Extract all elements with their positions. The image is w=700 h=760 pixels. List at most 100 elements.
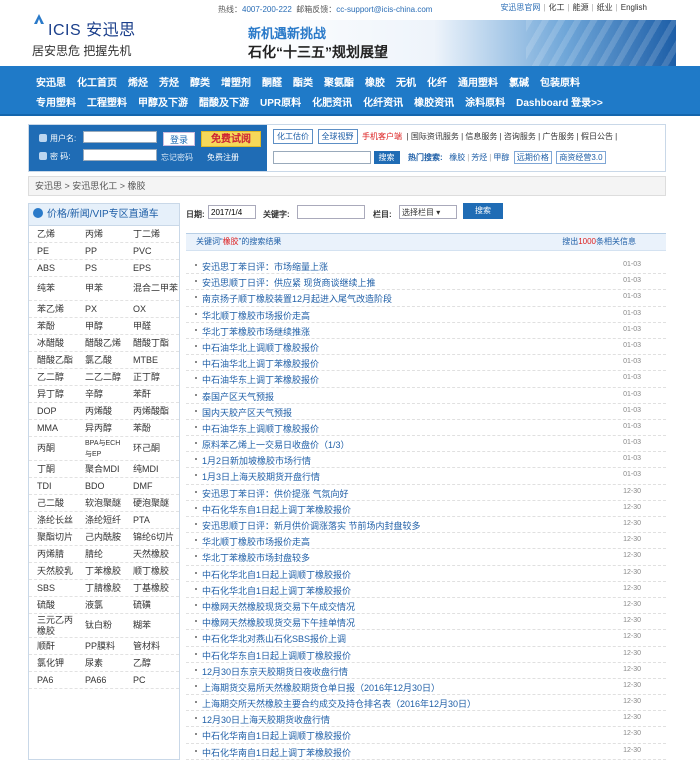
- top-link[interactable]: 能源: [573, 3, 589, 12]
- username-input[interactable]: [83, 131, 157, 143]
- sidebar-product-link[interactable]: 氯乙酸: [77, 355, 125, 366]
- sidebar-product-link[interactable]: 异丁醇: [29, 389, 77, 400]
- sidebar-product-link[interactable]: 液氯: [77, 600, 125, 611]
- nav-item[interactable]: 醇类: [190, 74, 210, 89]
- promo-banner[interactable]: 新机遇新挑战 石化“十三五”规划展望: [236, 20, 676, 66]
- sidebar-product-link[interactable]: 丙烯酸: [77, 406, 125, 417]
- sidebar-product-link[interactable]: EPS: [125, 263, 179, 274]
- news-title-link[interactable]: 1月2日新加坡橡胶市场行情: [202, 454, 311, 467]
- news-title-link[interactable]: 中石油华东上调顺丁橡胶报价: [202, 422, 319, 435]
- nav-item[interactable]: 通用塑料: [458, 74, 498, 89]
- sidebar-product-link[interactable]: 丙酮: [29, 443, 77, 454]
- nav-item[interactable]: UPR原料: [260, 94, 301, 109]
- news-title-link[interactable]: 上海期交所天然橡胶主要合约成交及持仓排名表（2016年12月30日）: [202, 697, 476, 710]
- news-title-link[interactable]: 中橡网天然橡胶现货交易下午成交情况: [202, 600, 355, 613]
- sidebar-product-link[interactable]: 硬泡聚醚: [125, 498, 179, 509]
- news-title-link[interactable]: 上海期货交易所天然橡胶期货仓单日报（2016年12月30日）: [202, 681, 440, 694]
- sidebar-product-link[interactable]: 涤纶短纤: [77, 515, 125, 526]
- service-links[interactable]: | 国际资讯服务 | 信息服务 | 咨询服务 | 广告服务 | 假日公告 |: [407, 132, 618, 141]
- sidebar-product-link[interactable]: PC: [125, 675, 179, 686]
- mobile-client-link[interactable]: 手机客户端: [362, 132, 402, 141]
- news-title-link[interactable]: 安迅思丁苯日评：市场缩量上涨: [202, 260, 328, 273]
- sidebar-product-link[interactable]: 丁基橡胶: [125, 583, 179, 594]
- sidebar-product-link[interactable]: 管材料: [125, 641, 179, 652]
- sidebar-product-link[interactable]: 醋酸丁酯: [125, 338, 179, 349]
- sidebar-product-link[interactable]: 丁酮: [29, 464, 77, 475]
- sidebar-product-link[interactable]: 硫酸: [29, 600, 77, 611]
- sidebar-product-link[interactable]: PTA: [125, 515, 179, 526]
- breadcrumb[interactable]: 安迅思 > 安迅思化工 > 橡胶: [28, 176, 666, 196]
- nav-item[interactable]: 橡胶: [365, 74, 385, 89]
- news-title-link[interactable]: 中石化华南自1日起上调顺丁橡胶报价: [202, 729, 351, 742]
- sidebar-product-link[interactable]: 乙二醇: [29, 372, 77, 383]
- top-link-home[interactable]: 安迅思官网: [500, 3, 540, 12]
- sidebar-product-link[interactable]: 苯酚: [125, 423, 179, 434]
- sidebar-product-link[interactable]: MMA: [29, 423, 77, 434]
- sidebar-product-link[interactable]: SBS: [29, 583, 77, 594]
- sidebar-product-link[interactable]: ABS: [29, 263, 77, 274]
- news-title-link[interactable]: 中石化华北自1日起上调顺丁橡胶报价: [202, 568, 351, 581]
- news-title-link[interactable]: 安迅思顺丁日评：新月供价调涨落实 节前场内封盘较多: [202, 519, 421, 532]
- sidebar-product-link[interactable]: 己二酸: [29, 498, 77, 509]
- sidebar-product-link[interactable]: 天然胶乳: [29, 566, 77, 577]
- sidebar-product-link[interactable]: 甲苯: [77, 283, 125, 294]
- nav-item[interactable]: 安迅思: [36, 74, 66, 89]
- sidebar-product-link[interactable]: 纯MDI: [125, 464, 179, 475]
- sidebar-product-link[interactable]: 糊苯: [125, 620, 179, 631]
- hot-keyword[interactable]: 橡胶: [449, 153, 465, 162]
- free-register-link[interactable]: 免费注册: [207, 152, 239, 163]
- nav-item[interactable]: 专用塑料: [36, 94, 76, 109]
- nav-item[interactable]: 烯烃: [128, 74, 148, 89]
- sidebar-product-link[interactable]: 异丙醇: [77, 423, 125, 434]
- sidebar-product-link[interactable]: PA6: [29, 675, 77, 686]
- keyword-input[interactable]: [297, 205, 365, 219]
- sidebar-product-link[interactable]: BPA与ECH与EP: [77, 438, 125, 460]
- nav-item[interactable]: 无机: [396, 74, 416, 89]
- sidebar-product-link[interactable]: 醋酸乙烯: [77, 338, 125, 349]
- login-button[interactable]: 登录: [163, 132, 195, 146]
- news-title-link[interactable]: 华北顺丁橡胶市场报价走高: [202, 309, 310, 322]
- sidebar-product-link[interactable]: 天然橡胶: [125, 549, 179, 560]
- sidebar-product-link[interactable]: OX: [125, 304, 179, 315]
- sidebar-product-link[interactable]: 顺酐: [29, 641, 77, 652]
- news-title-link[interactable]: 中石化华东自1日起上调顺丁橡胶报价: [202, 649, 351, 662]
- sidebar-product-link[interactable]: 甲醇: [77, 321, 125, 332]
- top-link[interactable]: 纸业: [597, 3, 613, 12]
- sidebar-product-link[interactable]: 辛醇: [77, 389, 125, 400]
- site-search-input[interactable]: [273, 151, 371, 164]
- news-title-link[interactable]: 原料苯乙烯上一交易日收盘价（1/3）: [202, 438, 350, 451]
- column-select[interactable]: 选择栏目 ▾: [399, 205, 457, 219]
- hot-keyword[interactable]: 甲醇: [493, 153, 509, 162]
- sidebar-product-link[interactable]: PP: [77, 246, 125, 257]
- sidebar-product-link[interactable]: 软泡聚醚: [77, 498, 125, 509]
- nav-item[interactable]: 聚氨酯: [324, 74, 354, 89]
- top-link[interactable]: 化工: [549, 3, 565, 12]
- sidebar-product-link[interactable]: PS: [77, 263, 125, 274]
- sidebar-product-link[interactable]: 聚合MDI: [77, 464, 125, 475]
- sidebar-product-link[interactable]: 冰醋酸: [29, 338, 77, 349]
- sidebar-product-link[interactable]: 丁腈橡胶: [77, 583, 125, 594]
- filter-search-button[interactable]: 搜索: [463, 203, 503, 219]
- sidebar-product-link[interactable]: PVC: [125, 246, 179, 257]
- sidebar-product-link[interactable]: TDI: [29, 481, 77, 492]
- sidebar-product-link[interactable]: 聚酯切片: [29, 532, 77, 543]
- sidebar-product-link[interactable]: DMF: [125, 481, 179, 492]
- sidebar-product-link[interactable]: PE: [29, 246, 77, 257]
- sidebar-product-link[interactable]: 钛白粉: [77, 620, 125, 631]
- nav-item[interactable]: 芳烃: [159, 74, 179, 89]
- nav-item[interactable]: 涂料原料: [465, 94, 505, 109]
- news-title-link[interactable]: 中石化华东自1日起上调丁苯橡胶报价: [202, 503, 351, 516]
- nav-item[interactable]: 包装原料: [540, 74, 580, 89]
- news-title-link[interactable]: 中石化华南自1日起上调丁苯橡胶报价: [202, 746, 351, 759]
- news-title-link[interactable]: 华北丁苯橡胶市场封盘较多: [202, 551, 310, 564]
- sidebar-product-link[interactable]: 纯苯: [29, 283, 77, 294]
- email-link[interactable]: cc-support@icis-china.com: [336, 5, 432, 14]
- logo[interactable]: ICIS 安迅思 居安思危 把握先机: [32, 10, 142, 60]
- sidebar-product-link[interactable]: 醋酸乙酯: [29, 355, 77, 366]
- news-title-link[interactable]: 泰国产区天气预报: [202, 390, 274, 403]
- news-title-link[interactable]: 中石化华北自1日起上调丁苯橡胶报价: [202, 584, 351, 597]
- nav-item[interactable]: 醋酸及下游: [199, 94, 249, 109]
- nav-item[interactable]: 甲醇及下游: [138, 94, 188, 109]
- sidebar-product-link[interactable]: 苯酐: [125, 389, 179, 400]
- nav-item[interactable]: 增塑剂: [221, 74, 251, 89]
